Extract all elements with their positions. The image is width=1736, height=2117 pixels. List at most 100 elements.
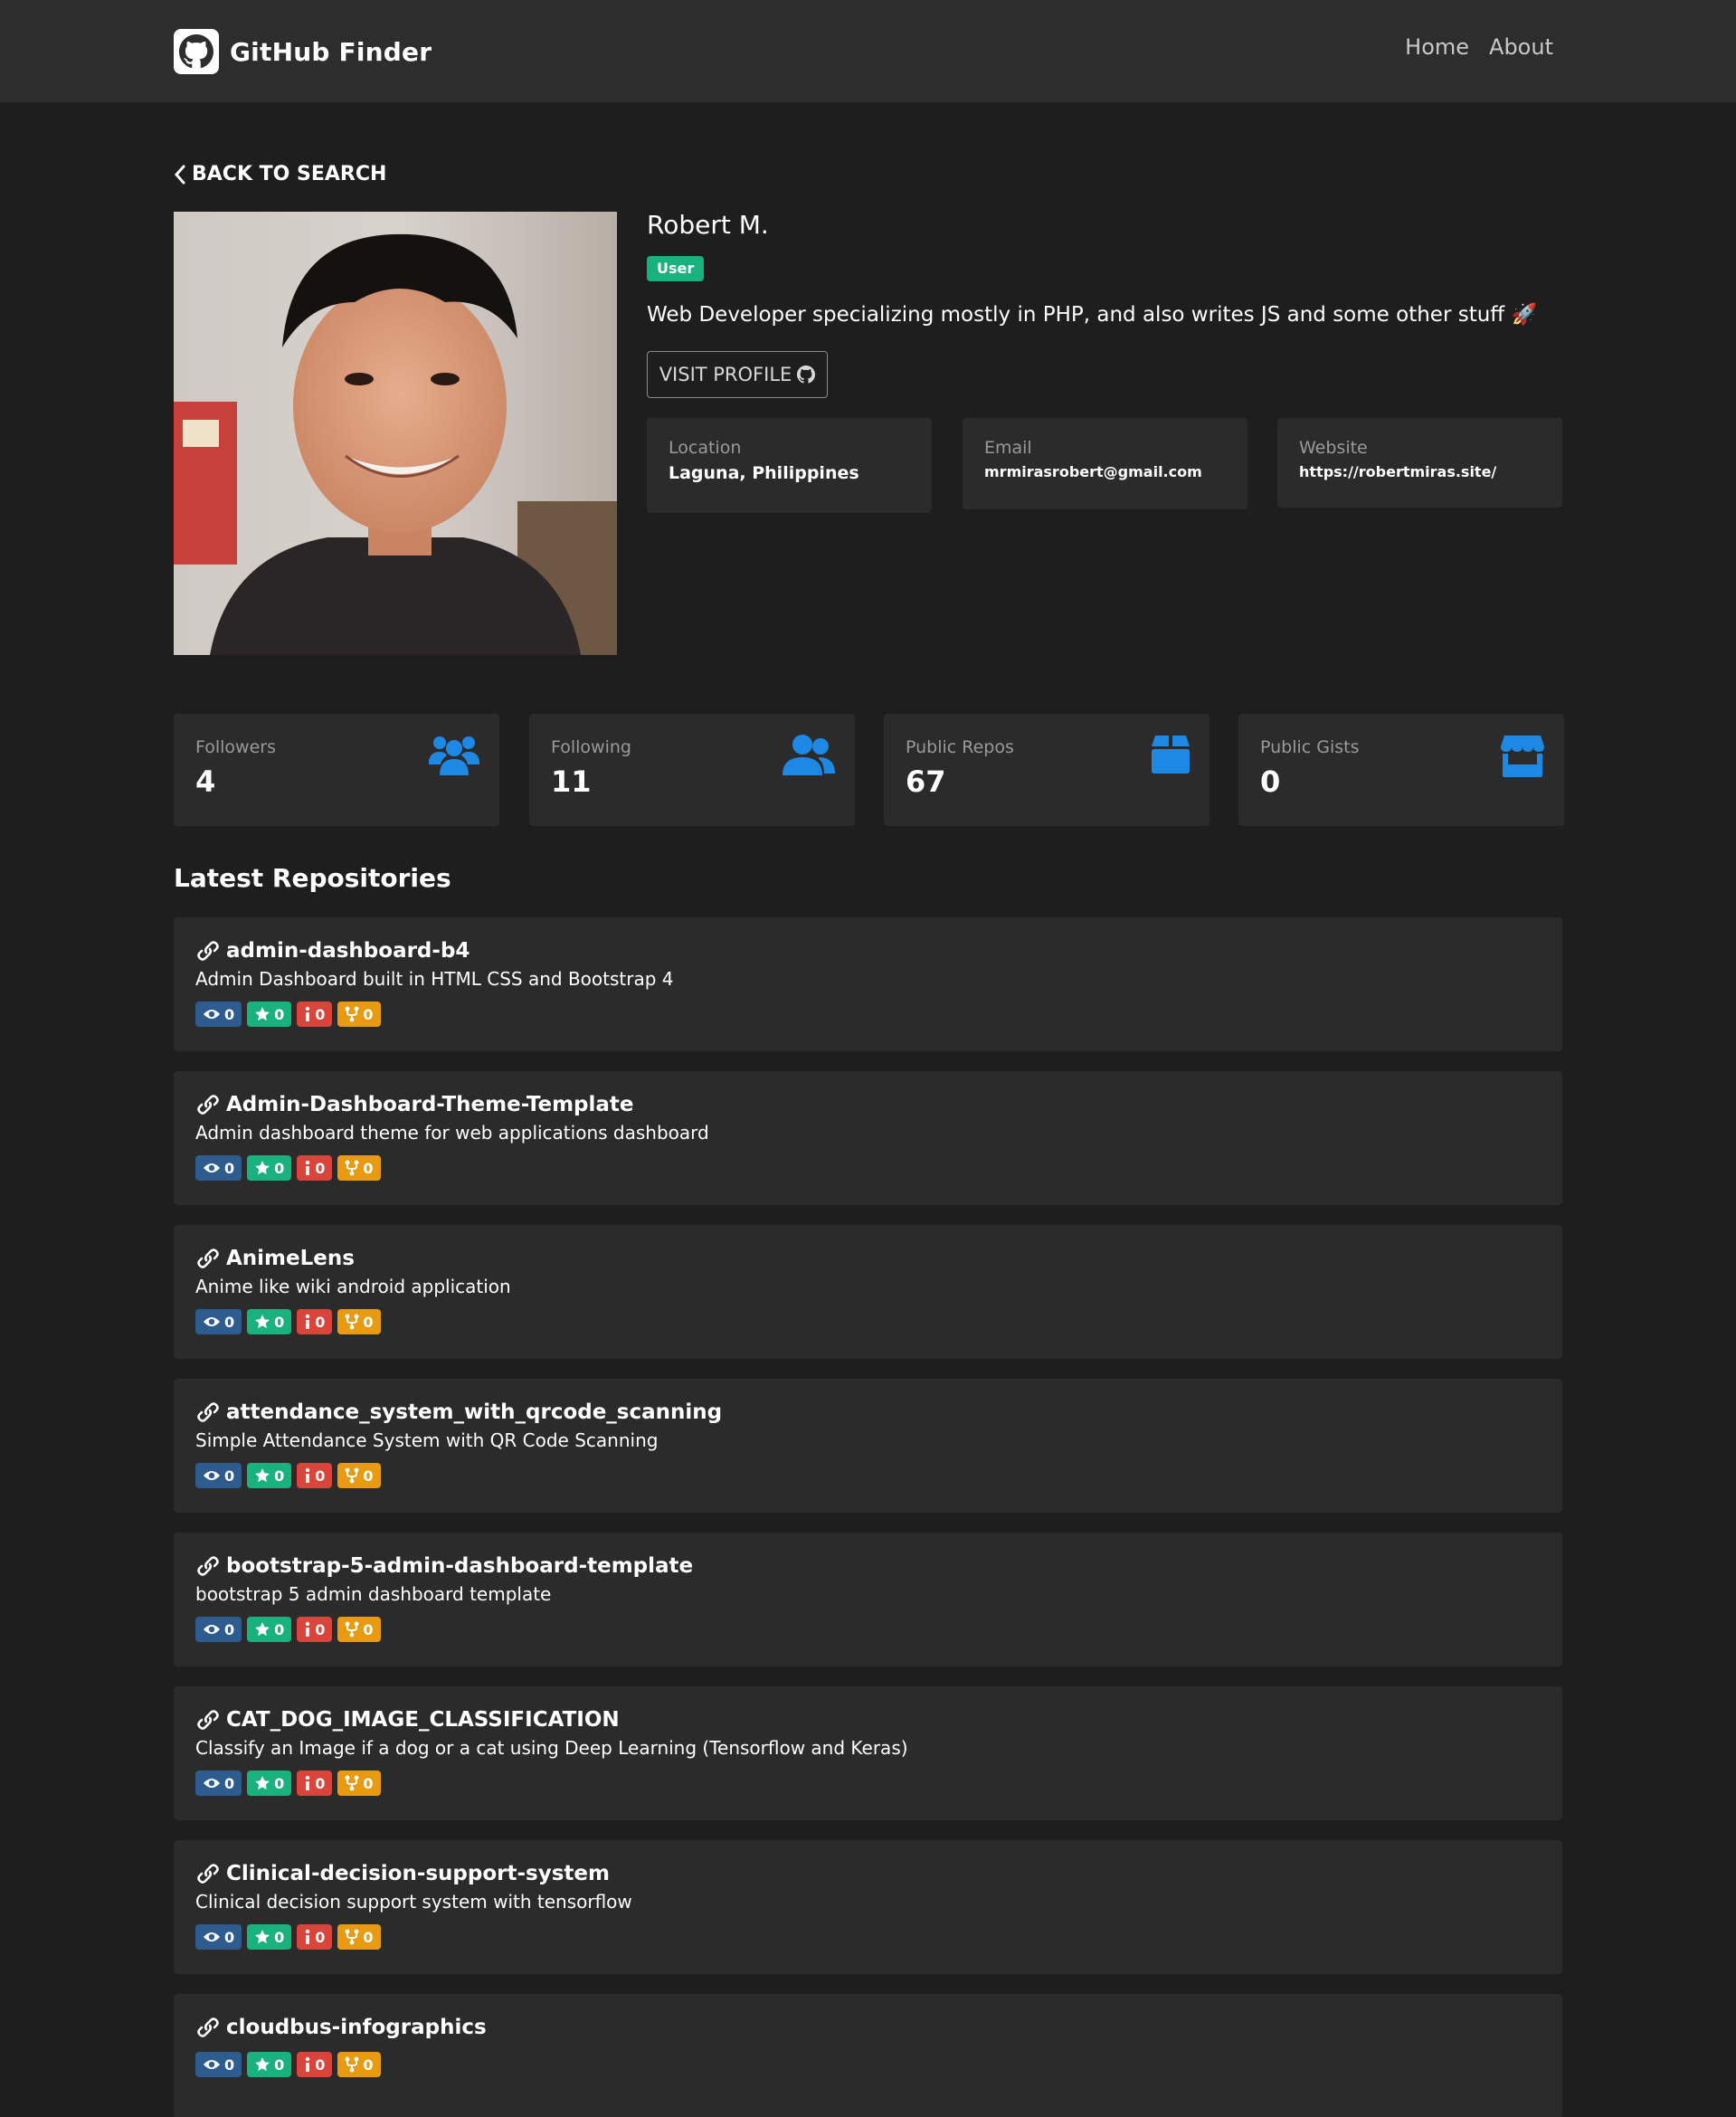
- brand[interactable]: GitHub Finder: [174, 29, 432, 74]
- repo-name[interactable]: Admin-Dashboard-Theme-Template: [226, 1093, 634, 1116]
- watchers-badge: 0: [195, 2052, 242, 2077]
- repo-card: Admin-Dashboard-Theme-Template Admin das…: [174, 1071, 1562, 1205]
- repo-name[interactable]: AnimeLens: [226, 1247, 355, 1270]
- link-icon: [197, 941, 219, 961]
- issues-count: 0: [315, 1467, 326, 1485]
- forks-badge: 0: [337, 2052, 381, 2077]
- issues-count: 0: [315, 1928, 326, 1946]
- visit-profile-button[interactable]: VISIT PROFILE: [647, 351, 828, 398]
- stars-count: 0: [274, 1620, 285, 1638]
- repo-name[interactable]: Clinical-decision-support-system: [226, 1862, 610, 1885]
- watchers-badge: 0: [195, 1924, 242, 1950]
- website-label: Website: [1299, 438, 1368, 458]
- nav-links: Home About: [1405, 34, 1553, 60]
- info-icon: [306, 1006, 310, 1021]
- issues-count: 0: [315, 2055, 326, 2074]
- repo-name[interactable]: attendance_system_with_qrcode_scanning: [226, 1400, 722, 1424]
- issues-badge: 0: [297, 2052, 333, 2077]
- watchers-count: 0: [224, 1005, 235, 1023]
- link-icon: [197, 1402, 219, 1422]
- stars-count: 0: [274, 2055, 285, 2074]
- repo-description: Admin Dashboard built in HTML CSS and Bo…: [195, 968, 674, 990]
- star-icon: [255, 1315, 270, 1329]
- stars-badge: 0: [247, 1617, 292, 1642]
- github-logo-icon: [174, 29, 219, 74]
- repo-name[interactable]: admin-dashboard-b4: [226, 939, 470, 963]
- repo-badges: 0 0 0 0: [195, 1770, 381, 1796]
- repo-description: Admin dashboard theme for web applicatio…: [195, 1122, 709, 1144]
- repo-badges: 0 0 0 0: [195, 1002, 381, 1027]
- forks-count: 0: [363, 2055, 374, 2074]
- issues-count: 0: [315, 1774, 326, 1792]
- nav-link-home[interactable]: Home: [1405, 34, 1469, 60]
- info-icon: [306, 1775, 310, 1790]
- eye-icon: [204, 1779, 220, 1788]
- stat-value: 67: [906, 764, 946, 799]
- store-icon: [1501, 736, 1544, 777]
- back-to-search-link[interactable]: BACK TO SEARCH: [174, 163, 386, 185]
- forks-badge: 0: [337, 1002, 381, 1027]
- repo-badges: 0 0 0 0: [195, 1924, 381, 1950]
- info-icon: [306, 2056, 310, 2072]
- repo-head: attendance_system_with_qrcode_scanning: [195, 1400, 722, 1424]
- brand-name: GitHub Finder: [230, 36, 432, 67]
- stat-value: 11: [551, 764, 592, 799]
- repo-name[interactable]: cloudbus-infographics: [226, 2016, 487, 2039]
- repo-card: AnimeLens Anime like wiki android applic…: [174, 1225, 1562, 1359]
- stars-count: 0: [274, 1159, 285, 1177]
- location-card: Location Laguna, Philippines: [647, 418, 932, 513]
- issues-badge: 0: [297, 1463, 333, 1488]
- fork-icon: [346, 1621, 359, 1638]
- repo-card: Clinical-decision-support-system Clinica…: [174, 1840, 1562, 1974]
- star-icon: [255, 1930, 270, 1944]
- latest-repositories-title: Latest Repositories: [174, 863, 451, 893]
- star-icon: [255, 1468, 270, 1483]
- stat-public-gists: Public Gists 0: [1238, 714, 1564, 826]
- repo-name[interactable]: CAT_DOG_IMAGE_CLASSIFICATION: [226, 1708, 620, 1732]
- chevron-left-icon: [174, 165, 185, 184]
- watchers-badge: 0: [195, 1463, 242, 1488]
- location-label: Location: [669, 438, 742, 458]
- repo-head: Admin-Dashboard-Theme-Template: [195, 1093, 634, 1116]
- link-icon: [197, 1864, 219, 1884]
- stars-badge: 0: [247, 1002, 292, 1027]
- repo-head: bootstrap-5-admin-dashboard-template: [195, 1554, 693, 1578]
- info-icon: [306, 1467, 310, 1483]
- fork-icon: [346, 1160, 359, 1176]
- website-card: Website https://robertmiras.site/: [1277, 418, 1562, 508]
- box-icon: [1152, 736, 1190, 774]
- avatar: [174, 212, 617, 655]
- issues-badge: 0: [297, 1770, 333, 1796]
- watchers-count: 0: [224, 1313, 235, 1331]
- issues-count: 0: [315, 1313, 326, 1331]
- forks-count: 0: [363, 1620, 374, 1638]
- eye-icon: [204, 1010, 220, 1019]
- forks-count: 0: [363, 1159, 374, 1177]
- issues-badge: 0: [297, 1002, 333, 1027]
- repo-head: AnimeLens: [195, 1247, 355, 1270]
- stars-badge: 0: [247, 1924, 292, 1950]
- info-icon: [306, 1160, 310, 1175]
- repo-name[interactable]: bootstrap-5-admin-dashboard-template: [226, 1554, 693, 1578]
- forks-count: 0: [363, 1467, 374, 1485]
- eye-icon: [204, 1471, 220, 1480]
- star-icon: [255, 2057, 270, 2072]
- stat-value: 4: [195, 764, 216, 799]
- forks-count: 0: [363, 1774, 374, 1792]
- stars-badge: 0: [247, 1770, 292, 1796]
- stars-count: 0: [274, 1928, 285, 1946]
- nav-link-about[interactable]: About: [1489, 34, 1553, 60]
- fork-icon: [346, 2056, 359, 2073]
- eye-icon: [204, 1163, 220, 1172]
- watchers-badge: 0: [195, 1155, 242, 1181]
- repo-description: Classify an Image if a dog or a cat usin…: [195, 1737, 908, 1759]
- issues-count: 0: [315, 1159, 326, 1177]
- eye-icon: [204, 1625, 220, 1634]
- repo-card: CAT_DOG_IMAGE_CLASSIFICATION Classify an…: [174, 1686, 1562, 1820]
- issues-badge: 0: [297, 1309, 333, 1334]
- profile-name: Robert M.: [647, 210, 769, 240]
- repo-description: bootstrap 5 admin dashboard template: [195, 1583, 552, 1605]
- users-icon: [429, 736, 479, 775]
- website-value[interactable]: https://robertmiras.site/: [1299, 463, 1541, 480]
- email-card: Email mrmirasrobert@gmail.com: [963, 418, 1247, 509]
